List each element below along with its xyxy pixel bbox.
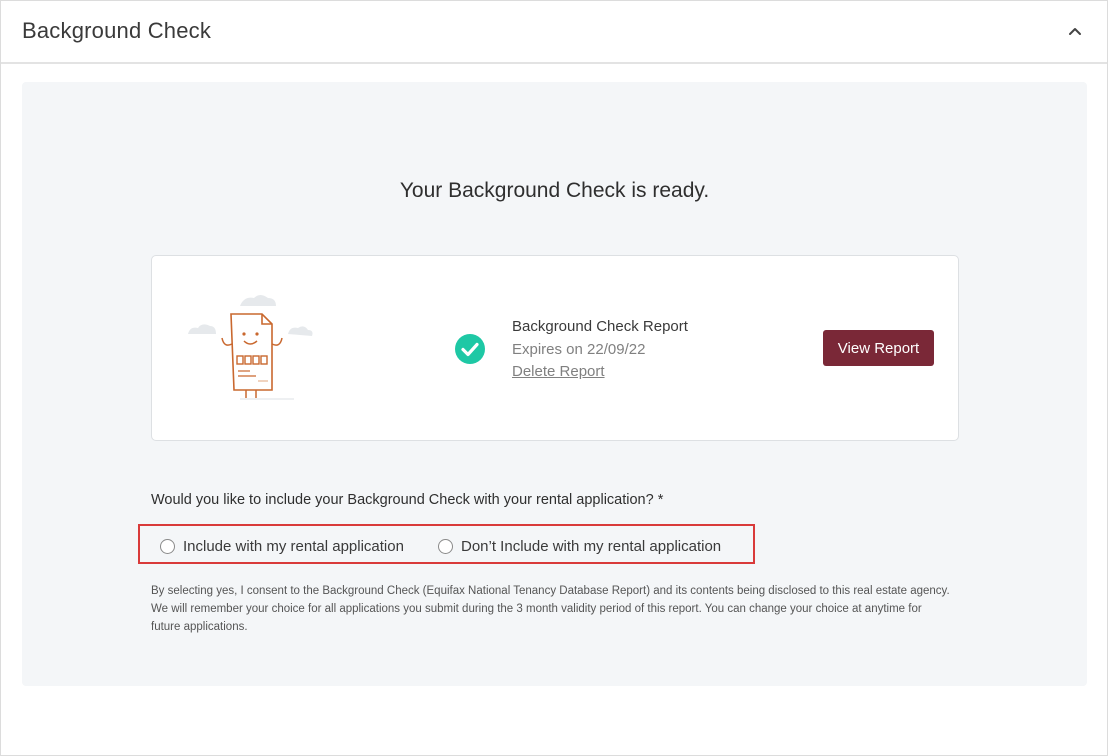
report-name: Background Check Report	[512, 318, 688, 335]
consent-radio-group: Include with my rental application Don’t…	[138, 524, 755, 564]
background-check-panel: Background Check Your Background Check i…	[0, 0, 1108, 756]
consent-disclaimer: By selecting yes, I consent to the Backg…	[151, 585, 950, 633]
report-card: Background Check Report Expires on 22/09…	[151, 255, 959, 441]
panel-title: Background Check	[22, 18, 212, 43]
dont-include-radio-label[interactable]: Don’t Include with my rental application	[461, 538, 721, 555]
include-radio-label[interactable]: Include with my rental application	[183, 538, 404, 555]
include-radio-option[interactable]: Include with my rental application	[160, 536, 404, 556]
ready-title: Your Background Check is ready.	[399, 179, 710, 202]
report-info: Background Check Report Expires on 22/09…	[512, 317, 688, 383]
document-character-illustration	[186, 292, 314, 402]
dont-include-radio-option[interactable]: Don’t Include with my rental application	[438, 536, 721, 556]
chevron-up-icon[interactable]	[1065, 21, 1085, 41]
view-report-button[interactable]: View Report	[823, 330, 934, 366]
content-box: Your Background Check is ready. Backgrou…	[22, 82, 1087, 686]
consent-question: Would you like to include your Backgroun…	[151, 492, 664, 508]
delete-report-link[interactable]: Delete Report	[512, 361, 688, 383]
include-radio[interactable]	[160, 538, 175, 554]
panel-header[interactable]: Background Check	[1, 1, 1107, 64]
dont-include-radio[interactable]	[438, 538, 453, 554]
report-expiry: Expires on 22/09/22	[512, 341, 646, 358]
check-circle-icon	[454, 333, 486, 365]
